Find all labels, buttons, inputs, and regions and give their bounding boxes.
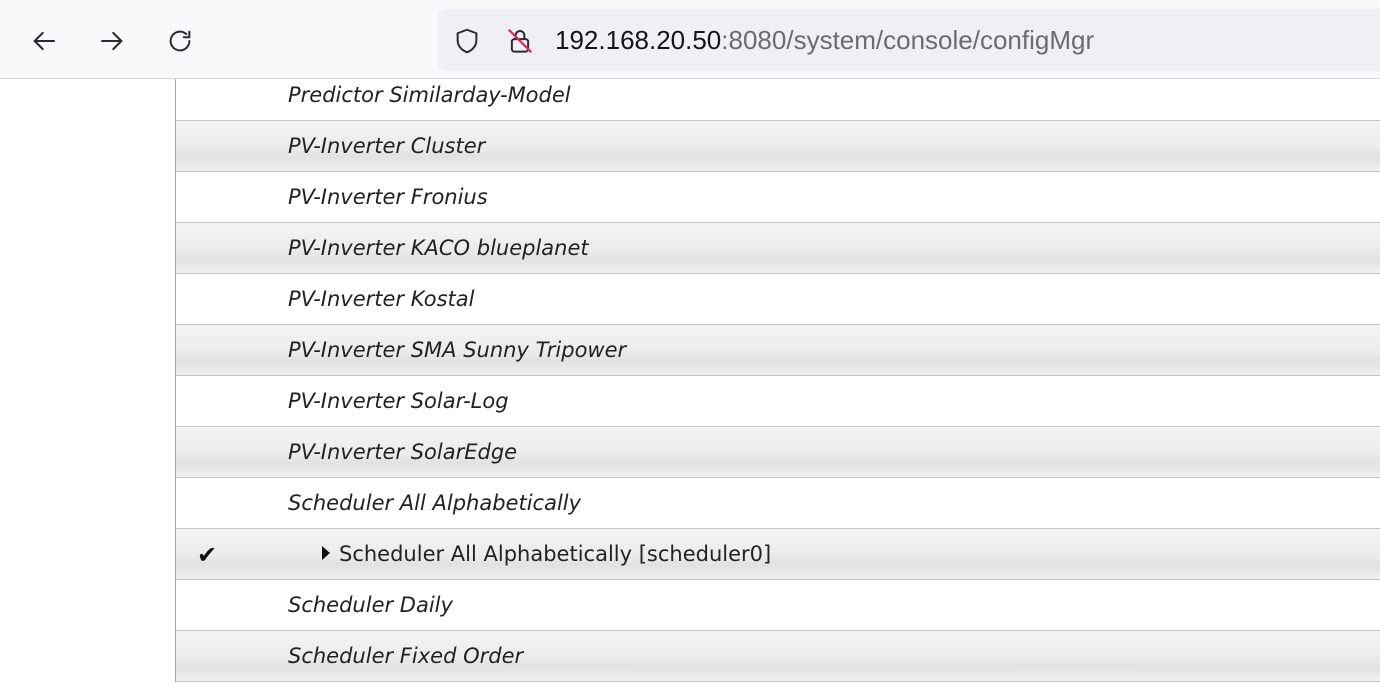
tracking-shield-icon[interactable] [451,25,483,57]
factory-row[interactable]: PV-Inverter SMA Sunny Tripower [176,325,1380,376]
row-label[interactable]: Scheduler Fixed Order [288,644,523,668]
url-text[interactable]: 192.168.20.50:8080/system/console/config… [555,9,1094,71]
insecure-lock-icon[interactable] [504,25,536,57]
factory-row[interactable]: PV-Inverter Kostal [176,274,1380,325]
forward-button[interactable] [91,20,133,62]
factory-row[interactable]: PV-Inverter Solar-Log [176,376,1380,427]
row-label[interactable]: Scheduler All Alphabetically [288,491,581,515]
row-label[interactable]: PV-Inverter Solar-Log [288,389,509,413]
back-arrow-icon [33,31,55,51]
configuration-table: Predictor Similarday-Model PV-Inverter Cl… [175,79,1380,682]
row-label[interactable]: PV-Inverter Kostal [288,287,474,311]
row-label[interactable]: PV-Inverter SMA Sunny Tripower [288,338,626,362]
reload-icon [169,30,191,52]
url-path: :8080/system/console/configMgr [721,25,1095,55]
expand-triangle-icon[interactable] [322,546,330,560]
url-bar[interactable]: 192.168.20.50:8080/system/console/config… [438,9,1380,71]
factory-row[interactable]: Scheduler All Alphabetically [176,478,1380,529]
forward-arrow-icon [101,31,123,51]
factory-row[interactable]: PV-Inverter Fronius [176,172,1380,223]
factory-row[interactable]: Scheduler Daily [176,580,1380,631]
factory-row[interactable]: PV-Inverter Cluster [176,121,1380,172]
row-label[interactable]: PV-Inverter SolarEdge [288,440,517,464]
row-label[interactable]: PV-Inverter KACO blueplanet [288,236,589,260]
row-label[interactable]: Scheduler Daily [288,593,453,617]
browser-toolbar: 192.168.20.50:8080/system/console/config… [0,0,1380,79]
bound-checkmark-icon: ✔ [197,541,218,569]
factory-row[interactable]: Predictor Similarday-Model [176,79,1380,121]
row-label[interactable]: Predictor Similarday-Model [288,83,571,107]
factory-row[interactable]: PV-Inverter SolarEdge [176,427,1380,478]
config-manager-content: Predictor Similarday-Model PV-Inverter Cl… [0,79,1380,690]
reload-button[interactable] [159,20,201,62]
row-label[interactable]: PV-Inverter Fronius [288,185,488,209]
configuration-instance-row[interactable]: ✔ Scheduler All Alphabetically [scheduler… [176,529,1380,580]
row-label[interactable]: PV-Inverter Cluster [288,134,485,158]
url-host: 192.168.20.50 [555,25,722,55]
back-button[interactable] [23,20,65,62]
row-label[interactable]: Scheduler All Alphabetically [scheduler0… [339,542,771,566]
factory-row[interactable]: PV-Inverter KACO blueplanet [176,223,1380,274]
factory-row[interactable]: Scheduler Fixed Order [176,631,1380,682]
